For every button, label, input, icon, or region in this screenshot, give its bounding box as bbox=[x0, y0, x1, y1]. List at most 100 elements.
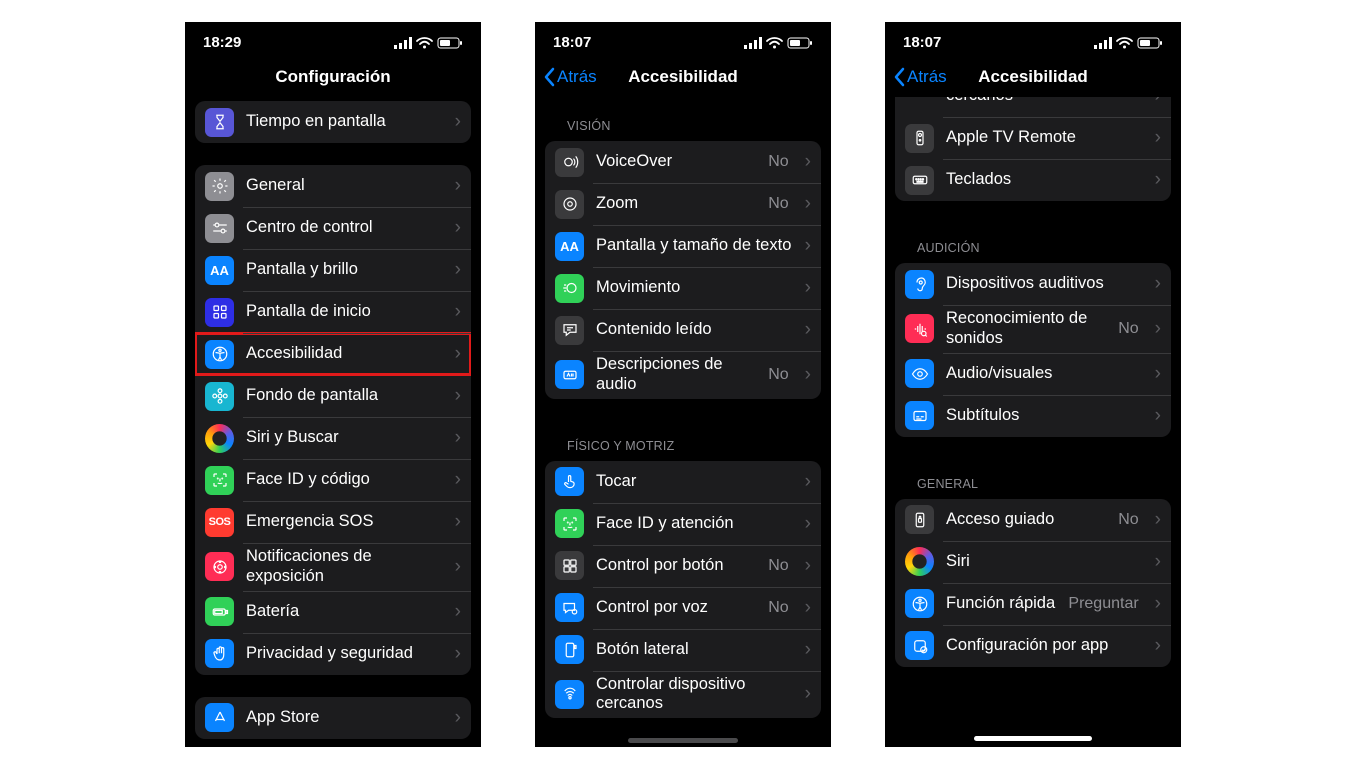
settings-row[interactable]: Reconocimiento de sonidos No › bbox=[895, 305, 1171, 353]
status-icons bbox=[394, 37, 463, 49]
settings-row[interactable]: Siri y Buscar › bbox=[195, 417, 471, 459]
settings-row[interactable]: Privacidad y seguridad › bbox=[195, 633, 471, 675]
settings-row[interactable]: Descripciones de audio No › bbox=[545, 351, 821, 399]
row-label: Siri y Buscar bbox=[246, 428, 443, 448]
settings-row[interactable]: Tocar › bbox=[545, 461, 821, 503]
appstore-icon bbox=[205, 703, 234, 732]
content[interactable]: VISIÓN VoiceOver No › Zoom No › AA Panta… bbox=[535, 97, 831, 747]
chevron-right-icon: › bbox=[805, 151, 811, 173]
content[interactable]: Tiempo en pantalla › General › Centro de… bbox=[185, 97, 481, 747]
settings-row[interactable]: AA Pantalla y brillo › bbox=[195, 249, 471, 291]
settings-row[interactable]: cercanos › bbox=[895, 97, 1171, 117]
sos-icon: SOS bbox=[205, 508, 234, 537]
settings-row[interactable]: Centro de control › bbox=[195, 207, 471, 249]
navbar: Configuración bbox=[185, 57, 481, 97]
row-label: App Store bbox=[246, 708, 443, 728]
settings-row[interactable]: Siri › bbox=[895, 541, 1171, 583]
hourglass-icon bbox=[205, 108, 234, 137]
row-label: Acceso guiado bbox=[946, 510, 1106, 530]
row-value: No bbox=[768, 557, 788, 575]
cellular-icon bbox=[744, 37, 762, 49]
chevron-right-icon: › bbox=[805, 319, 811, 341]
settings-row[interactable]: Botón lateral › bbox=[545, 629, 821, 671]
settings-row[interactable]: VoiceOver No › bbox=[545, 141, 821, 183]
chevron-right-icon: › bbox=[455, 111, 461, 133]
switch-icon bbox=[555, 551, 584, 580]
settings-row[interactable]: Notificaciones de exposición › bbox=[195, 543, 471, 591]
settings-row[interactable]: Configuración por app › bbox=[895, 625, 1171, 667]
row-label: Contenido leído bbox=[596, 320, 793, 340]
section-header: GENERAL bbox=[885, 459, 1181, 499]
chevron-right-icon: › bbox=[805, 364, 811, 386]
back-button[interactable]: Atrás bbox=[543, 67, 597, 87]
settings-row[interactable]: Subtítulos › bbox=[895, 395, 1171, 437]
wifi-icon bbox=[766, 37, 783, 49]
battery-icon bbox=[787, 37, 813, 49]
settings-row[interactable]: Dispositivos auditivos › bbox=[895, 263, 1171, 305]
row-label: Controlar dispositivo cercanos bbox=[596, 675, 793, 715]
subtitles-icon bbox=[905, 401, 934, 430]
chevron-right-icon: › bbox=[1155, 273, 1161, 295]
ear-icon bbox=[905, 270, 934, 299]
settings-row[interactable]: Controlar dispositivo cercanos › bbox=[545, 671, 821, 719]
chevron-right-icon: › bbox=[1155, 127, 1161, 149]
faceid-icon bbox=[205, 466, 234, 495]
settings-row[interactable]: Pantalla de inicio › bbox=[195, 291, 471, 333]
settings-row[interactable]: Control por voz No › bbox=[545, 587, 821, 629]
settings-row[interactable]: Control por botón No › bbox=[545, 545, 821, 587]
settings-row[interactable]: Fondo de pantalla › bbox=[195, 375, 471, 417]
back-button[interactable]: Atrás bbox=[893, 67, 947, 87]
settings-row[interactable]: Contenido leído › bbox=[545, 309, 821, 351]
status-bar: 18:29 bbox=[185, 22, 481, 57]
settings-row[interactable]: SOS Emergencia SOS › bbox=[195, 501, 471, 543]
chevron-right-icon: › bbox=[455, 259, 461, 281]
chevron-right-icon: › bbox=[805, 235, 811, 257]
chevron-right-icon: › bbox=[1155, 635, 1161, 657]
flower-icon bbox=[205, 382, 234, 411]
chevron-right-icon: › bbox=[1155, 551, 1161, 573]
chevron-right-icon: › bbox=[805, 639, 811, 661]
accessibility-icon bbox=[905, 589, 934, 618]
status-time: 18:07 bbox=[553, 34, 591, 51]
chevron-right-icon: › bbox=[805, 193, 811, 215]
chevron-right-icon: › bbox=[1155, 405, 1161, 427]
settings-row[interactable]: Accesibilidad › bbox=[195, 333, 471, 375]
settings-row[interactable]: Audio/visuales › bbox=[895, 353, 1171, 395]
row-value: Preguntar bbox=[1068, 595, 1138, 613]
chevron-right-icon: › bbox=[455, 469, 461, 491]
settings-row[interactable]: Acceso guiado No › bbox=[895, 499, 1171, 541]
chevron-right-icon: › bbox=[455, 556, 461, 578]
chevron-right-icon: › bbox=[805, 555, 811, 577]
settings-row[interactable]: Teclados › bbox=[895, 159, 1171, 201]
motion-icon bbox=[555, 274, 584, 303]
status-bar: 18:07 bbox=[535, 22, 831, 57]
row-label: Configuración por app bbox=[946, 636, 1143, 656]
row-label: Fondo de pantalla bbox=[246, 386, 443, 406]
sliders-icon bbox=[205, 214, 234, 243]
battery-icon bbox=[1137, 37, 1163, 49]
row-label: Subtítulos bbox=[946, 406, 1143, 426]
settings-row[interactable]: Face ID y código › bbox=[195, 459, 471, 501]
row-value: No bbox=[768, 599, 788, 617]
nearby-icon bbox=[555, 680, 584, 709]
content[interactable]: cercanos › Apple TV Remote › Teclados › … bbox=[885, 97, 1181, 747]
chevron-right-icon: › bbox=[805, 683, 811, 705]
siri-icon bbox=[905, 547, 934, 576]
row-label: VoiceOver bbox=[596, 152, 756, 172]
settings-row[interactable]: Función rápida Preguntar › bbox=[895, 583, 1171, 625]
row-label: Pantalla de inicio bbox=[246, 302, 443, 322]
settings-row[interactable]: Batería › bbox=[195, 591, 471, 633]
settings-row[interactable]: Zoom No › bbox=[545, 183, 821, 225]
settings-row[interactable]: Tiempo en pantalla › bbox=[195, 101, 471, 143]
chevron-right-icon: › bbox=[805, 277, 811, 299]
row-label: Centro de control bbox=[246, 218, 443, 238]
settings-row[interactable]: AA Pantalla y tamaño de texto › bbox=[545, 225, 821, 267]
row-label: Emergencia SOS bbox=[246, 512, 443, 532]
settings-row[interactable]: Apple TV Remote › bbox=[895, 117, 1171, 159]
settings-row[interactable]: App Store › bbox=[195, 697, 471, 739]
settings-row[interactable]: Face ID y atención › bbox=[545, 503, 821, 545]
settings-row[interactable]: General › bbox=[195, 165, 471, 207]
settings-row[interactable]: Movimiento › bbox=[545, 267, 821, 309]
chevron-right-icon: › bbox=[1155, 318, 1161, 340]
chevron-right-icon: › bbox=[455, 175, 461, 197]
